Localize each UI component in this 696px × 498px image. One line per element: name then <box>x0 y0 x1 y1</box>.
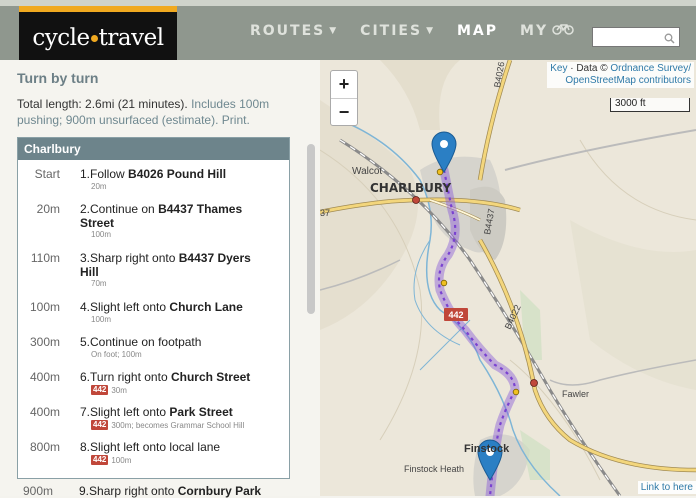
main-nav: ROUTES ▼ CITIES ▼ MAP MY <box>250 23 596 39</box>
chevron-down-icon: ▼ <box>426 26 435 36</box>
chevron-down-icon: ▼ <box>329 26 339 36</box>
step-instruction: 7.Slight left onto Park Street <box>80 405 233 419</box>
directions-list: Charlbury Start 1.Follow B4026 Pound Hil… <box>17 137 290 479</box>
map-label-finstock: Finstock <box>464 443 510 455</box>
search-input[interactable] <box>592 27 680 47</box>
bicycle-icon <box>552 23 574 39</box>
step-instruction: 6.Turn right onto Church Street <box>80 370 251 384</box>
list-item[interactable]: 20m 2.Continue on B4437 Thames Street 10… <box>18 195 289 244</box>
map-label-finstock-heath: Finstock Heath <box>404 464 464 474</box>
attribution-text: · Data © <box>567 63 611 74</box>
step-detail: 442 30m <box>91 385 127 395</box>
zoom-in-button[interactable]: + <box>331 71 357 98</box>
link-to-here-link[interactable]: Link to here <box>637 481 696 494</box>
step-distance: 400m <box>29 370 60 384</box>
list-item[interactable]: Start 1.Follow B4026 Pound Hill 20m <box>18 160 289 195</box>
list-item[interactable]: 110m 3.Sharp right onto B4437 Dyers Hill… <box>18 244 289 293</box>
search-icon[interactable] <box>664 31 675 49</box>
map-view[interactable]: 442 CHARLBURY Walcot Fawler Finstock Fin… <box>320 60 696 496</box>
ordnance-survey-link[interactable]: Ordnance Survey/ <box>610 63 691 74</box>
route-summary: Total length: 2.6mi (21 minutes). Includ… <box>17 96 297 128</box>
step-detail: 100m <box>91 230 112 239</box>
step-distance: Start <box>34 167 60 181</box>
step-distance: 100m <box>29 300 60 314</box>
map-label-walcot: Walcot <box>352 166 382 177</box>
map-label-charlbury: CHARLBURY <box>370 181 451 195</box>
print-link[interactable]: Print. <box>222 113 250 127</box>
list-item[interactable]: 300m 5.Continue on footpath On foot; 100… <box>18 328 289 363</box>
map-route-badge: 442 <box>448 310 463 320</box>
site-logo[interactable]: cycle travel <box>19 6 177 64</box>
step-instruction: 4.Slight left onto Church Lane <box>80 300 243 314</box>
scrollbar-thumb[interactable] <box>307 144 315 314</box>
list-item[interactable]: 400m 7.Slight left onto Park Street 442 3… <box>18 398 289 433</box>
logo-text: cycle travel <box>32 25 164 51</box>
nav-map[interactable]: MAP <box>457 23 498 39</box>
key-link[interactable]: Key <box>550 63 567 74</box>
list-item[interactable]: 400m 6.Turn right onto Church Street 442… <box>18 363 289 398</box>
summary-length: Total length: 2.6mi (21 minutes). <box>17 97 188 111</box>
scrollbar[interactable] <box>307 134 315 494</box>
step-instruction: 3.Sharp right onto B4437 Dyers Hill <box>80 251 251 279</box>
step-distance: 20m <box>36 202 60 216</box>
step-detail: 20m <box>91 182 107 191</box>
step-detail: 442 300m; becomes Grammar School Hill <box>91 420 245 430</box>
step-distance: 800m <box>29 440 60 454</box>
zoom-out-button[interactable]: − <box>331 98 357 125</box>
step-detail: On foot; 100m <box>91 350 142 359</box>
map-scale: 3000 ft <box>610 98 690 112</box>
nav-my[interactable]: MY <box>520 23 574 39</box>
route-badge: 442 <box>91 420 109 430</box>
route-badge: 442 <box>91 455 109 465</box>
step-detail: 100m <box>91 315 112 324</box>
directions-panel: Turn by turn Total length: 2.6mi (21 min… <box>0 60 320 498</box>
zoom-control: + − <box>330 70 358 126</box>
step-detail: 70m <box>91 279 107 288</box>
step-instruction: 1.Follow B4026 Pound Hill <box>80 167 227 181</box>
step-instruction: 2.Continue on B4437 Thames Street <box>80 202 243 230</box>
nav-routes[interactable]: ROUTES ▼ <box>250 23 338 39</box>
list-item[interactable]: 800m 8.Slight left onto local lane 442 10… <box>18 433 289 468</box>
map-attribution: Key · Data © Ordnance Survey/ OpenStreet… <box>547 62 694 88</box>
list-item[interactable]: 100m 4.Slight left onto Church Lane 100m <box>18 293 289 328</box>
map-label-fawler: Fawler <box>562 389 589 399</box>
panel-title: Turn by turn <box>17 70 99 86</box>
osm-link[interactable]: OpenStreetMap contributors <box>565 75 691 86</box>
section-header: Charlbury <box>18 138 289 160</box>
step-instruction: 8.Slight left onto local lane <box>80 440 221 454</box>
map-canvas[interactable]: 442 CHARLBURY Walcot Fawler Finstock Fin… <box>320 60 696 496</box>
map-label-37: 37 <box>320 208 330 218</box>
route-badge: 442 <box>91 385 109 395</box>
site-header: cycle travel ROUTES ▼ CITIES ▼ MAP MY <box>0 0 696 64</box>
step-instruction: 5.Continue on footpath <box>80 335 202 349</box>
nav-cities[interactable]: CITIES ▼ <box>360 23 435 39</box>
step-detail: 442 100m <box>91 455 132 465</box>
step-distance: 110m <box>30 251 60 265</box>
step-distance: 400m <box>29 405 60 419</box>
step-distance: 300m <box>29 335 60 349</box>
